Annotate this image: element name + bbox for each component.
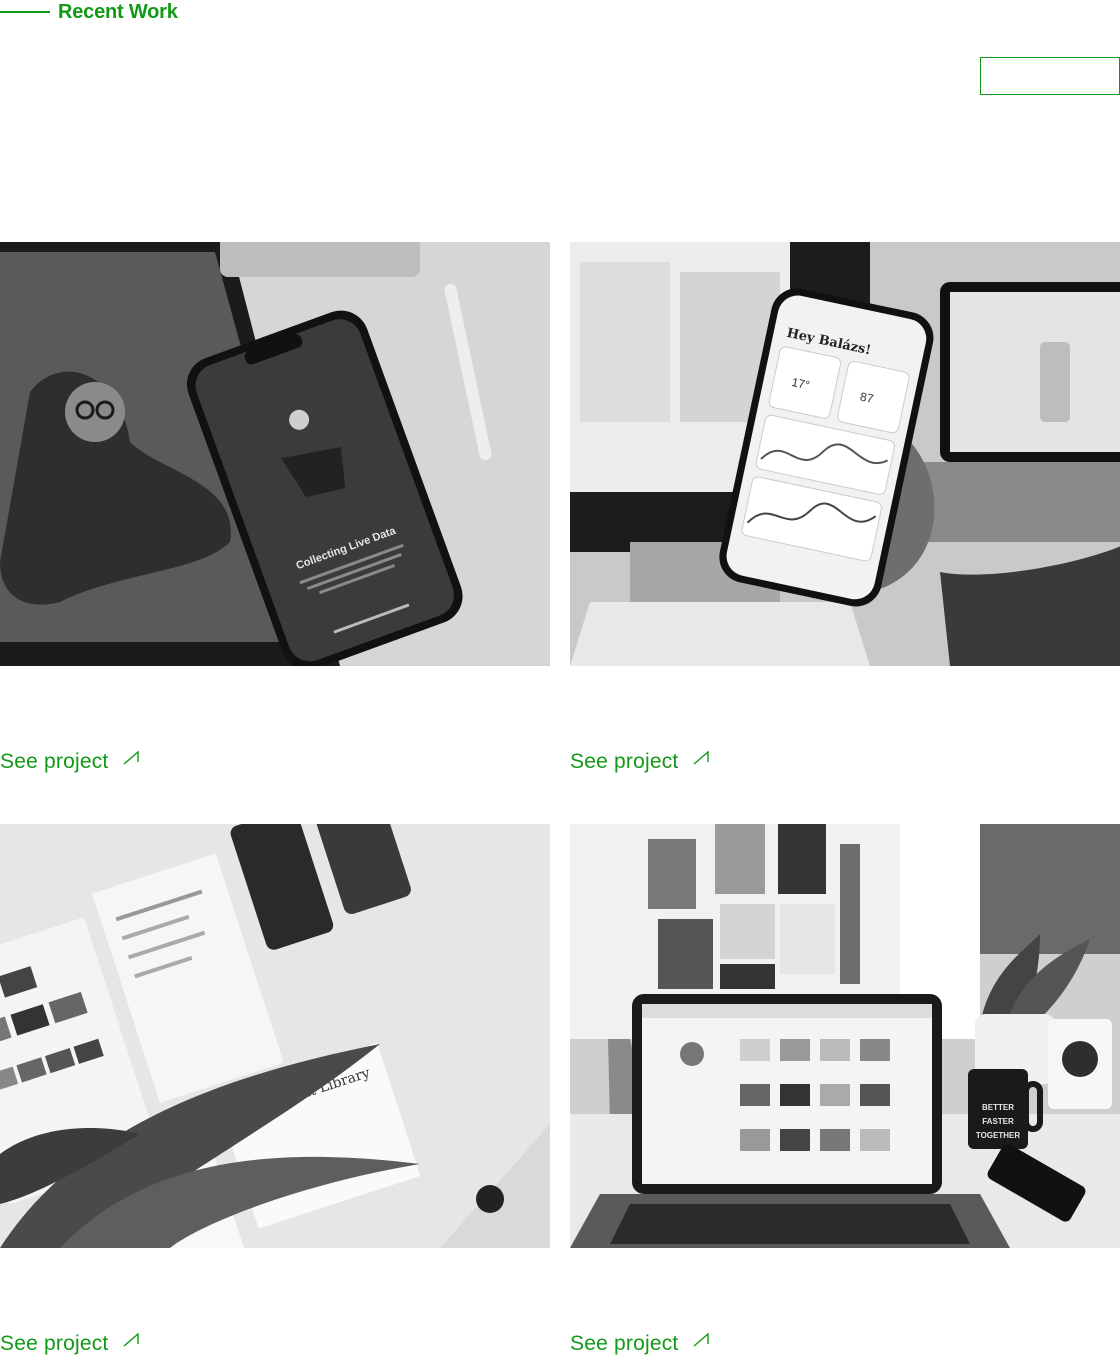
project-image-design-reports[interactable]: BETTER FASTER TOGETHER	[570, 824, 1120, 1248]
section-heading: Recent Work	[0, 0, 178, 24]
arrow-up-right-icon	[692, 748, 712, 768]
project-card: Component Library Widget Templates See p…	[0, 824, 550, 1355]
svg-text:FASTER: FASTER	[982, 1117, 1014, 1126]
see-project-link[interactable]: See project	[570, 750, 712, 774]
see-project-label: See project	[570, 750, 679, 773]
project-image-live-data[interactable]: Collecting Live Data	[0, 242, 550, 666]
project-card: Hey Balázs! 17° 87 See project	[570, 242, 1120, 773]
see-project-label: See project	[0, 1332, 109, 1355]
arrow-up-right-icon	[122, 748, 142, 768]
see-project-link[interactable]: See project	[0, 1332, 142, 1356]
svg-text:BETTER: BETTER	[982, 1103, 1014, 1112]
svg-text:TOGETHER: TOGETHER	[976, 1131, 1021, 1140]
project-image-weather-app[interactable]: Hey Balázs! 17° 87	[570, 242, 1120, 666]
section-heading-rule	[0, 11, 50, 13]
project-card: Collecting Live Data See project	[0, 242, 550, 773]
see-project-label: See project	[0, 750, 109, 773]
see-project-link[interactable]: See project	[570, 1332, 712, 1356]
arrow-up-right-icon	[122, 1330, 142, 1350]
see-project-link[interactable]: See project	[0, 750, 142, 774]
view-all-button[interactable]	[980, 57, 1120, 95]
section-title: Recent Work	[58, 0, 178, 23]
project-image-component-library[interactable]: Component Library Widget Templates	[0, 824, 550, 1248]
arrow-up-right-icon	[692, 1330, 712, 1350]
see-project-label: See project	[570, 1332, 679, 1355]
project-card: BETTER FASTER TOGETHER See project	[570, 824, 1120, 1355]
